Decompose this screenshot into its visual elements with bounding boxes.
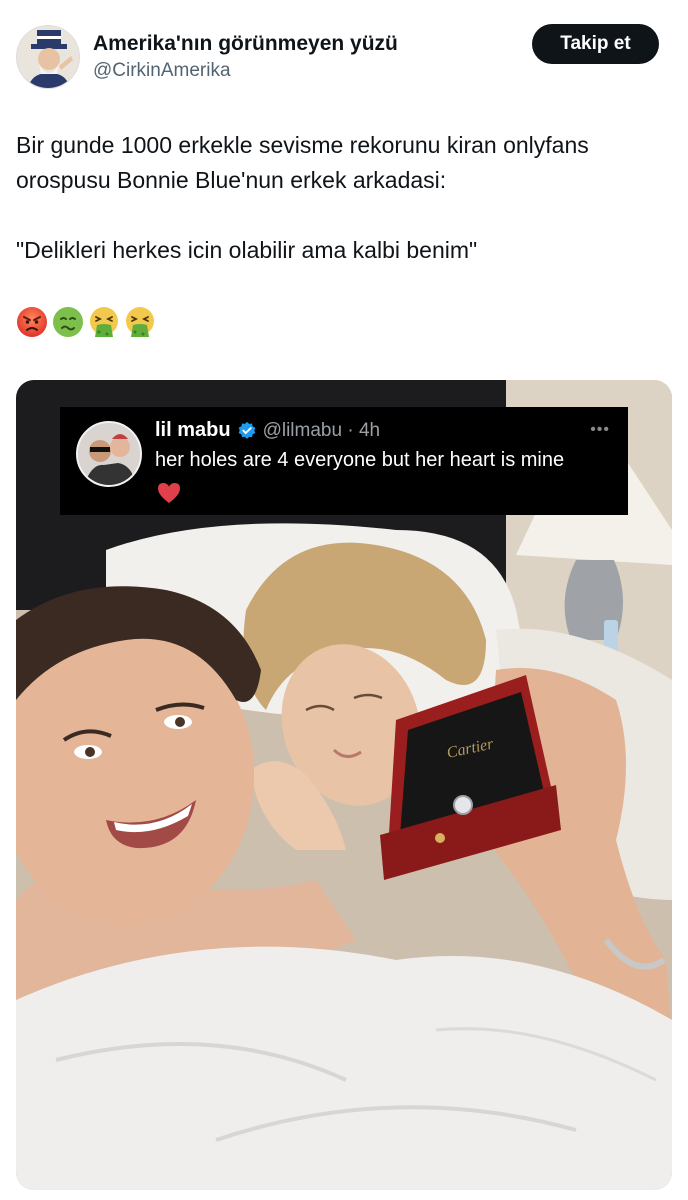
vomiting-face-icon (126, 307, 154, 337)
verified-badge-icon (238, 421, 255, 439)
emoji-row (16, 306, 156, 338)
tweet-quote: "Delikleri herkes icin olabilir ama kalb… (16, 237, 478, 263)
embedded-post[interactable]: lil mabu @lilmabu · 4h ••• her holes are… (60, 407, 628, 515)
embedded-avatar[interactable] (76, 421, 142, 487)
angry-face-icon (17, 307, 47, 337)
nauseated-face-icon (53, 307, 83, 337)
follow-button[interactable]: Takip et (532, 24, 659, 64)
author-names: Amerika'nın görünmeyen yüzü @CirkinAmeri… (93, 31, 398, 83)
tweet-body: Bir gunde 1000 erkekle sevisme rekorunu … (16, 128, 666, 268)
author-handle[interactable]: @CirkinAmerika (93, 59, 398, 83)
embedded-author: lil mabu @lilmabu · 4h (155, 419, 380, 442)
embedded-name[interactable]: lil mabu (155, 419, 231, 442)
embedded-handle[interactable]: @lilmabu · 4h (263, 420, 381, 442)
tweet-text-line: Bir gunde 1000 erkekle sevisme rekorunu … (16, 132, 596, 193)
author-avatar[interactable] (16, 25, 80, 89)
tweet-photo[interactable]: Cartier lil mabu @lilmabu · 4h ••• her h… (16, 380, 672, 1190)
vomiting-face-icon (90, 307, 118, 337)
heart-icon (158, 483, 180, 503)
author-display-name[interactable]: Amerika'nın görünmeyen yüzü (93, 31, 398, 57)
more-icon[interactable]: ••• (590, 421, 610, 439)
embedded-text: her holes are 4 everyone but her heart i… (155, 449, 565, 471)
tweet-header: Amerika'nın görünmeyen yüzü @CirkinAmeri… (0, 0, 688, 100)
